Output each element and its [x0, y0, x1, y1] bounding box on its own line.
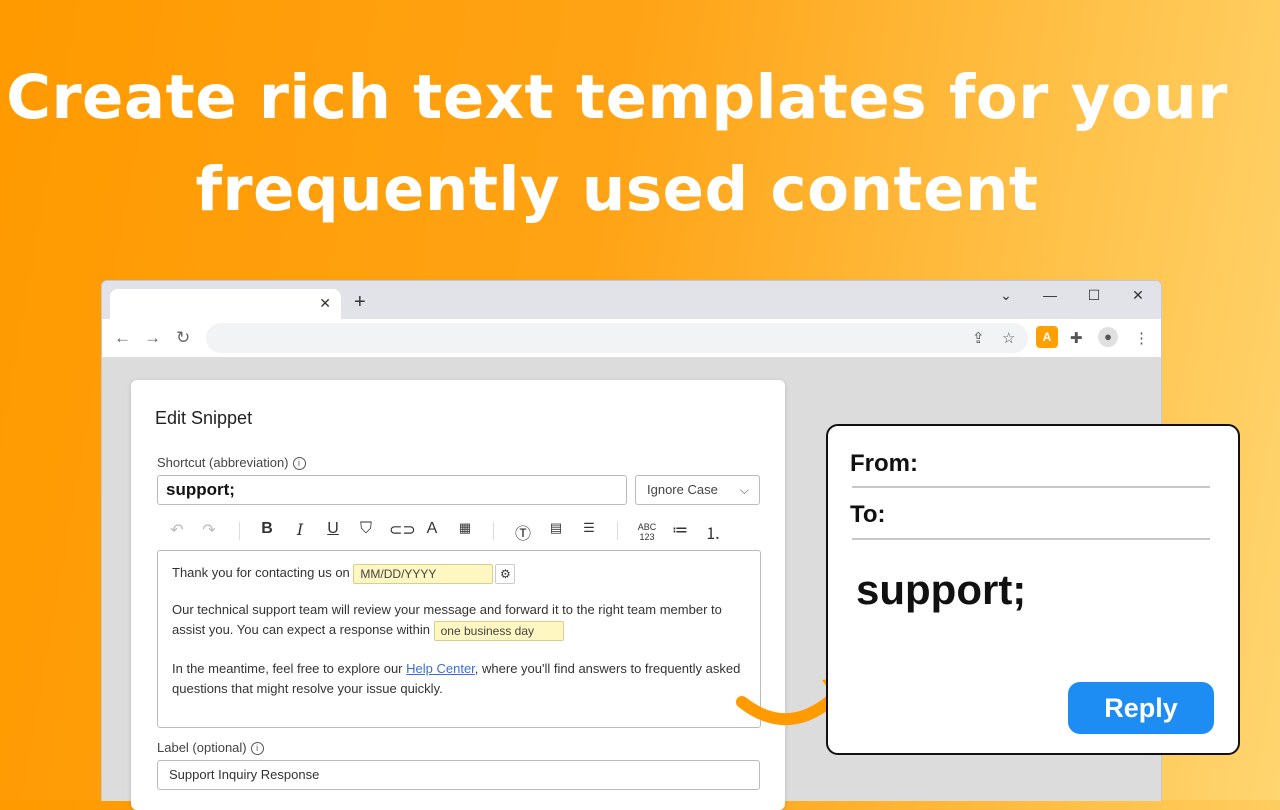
bookmark-star-icon[interactable]: ☆ — [1002, 329, 1015, 347]
editor-paragraph-3: In the meantime, feel free to explore ou… — [172, 659, 752, 699]
info-icon[interactable]: i — [250, 742, 264, 755]
shortcut-label-text: Shortcut (abbreviation) — [157, 455, 289, 470]
label-input[interactable]: Support Inquiry Response — [157, 760, 760, 790]
calendar-field-icon[interactable]: ▤ — [546, 520, 566, 536]
address-input[interactable]: ⇪ ☆ — [206, 323, 1028, 353]
maximize-button[interactable]: ☐ — [1084, 287, 1104, 304]
italic-icon[interactable]: I — [290, 520, 310, 539]
panel-title: Edit Snippet — [155, 408, 253, 428]
headline-line-2: frequently used content — [195, 154, 1039, 225]
preview-body-text: support; — [856, 566, 1027, 613]
bulleted-list-icon[interactable]: ≔ — [670, 520, 690, 540]
case-select[interactable]: Ignore Case ⌵ — [635, 475, 760, 505]
to-label: To: — [850, 501, 886, 528]
extensions-puzzle-icon[interactable]: ✚ — [1070, 329, 1083, 347]
shortcut-label: Shortcut (abbreviation) i — [157, 455, 306, 470]
close-window-button[interactable]: ✕ — [1128, 287, 1148, 304]
font-size-icon[interactable]: A — [422, 520, 442, 538]
link-icon[interactable]: ⊂⊃ — [389, 520, 416, 540]
toolbar-divider — [239, 522, 240, 540]
info-icon[interactable]: i — [292, 457, 306, 470]
email-preview-card: From: To: support; Reply — [826, 424, 1240, 755]
new-tab-button[interactable]: + — [354, 291, 366, 314]
extension-icon[interactable]: A — [1036, 326, 1058, 348]
paragraph-3-text-before: In the meantime, feel free to explore ou… — [172, 661, 403, 676]
browser-tab[interactable]: ✕ — [110, 289, 341, 321]
profile-avatar-icon[interactable]: ● — [1098, 327, 1118, 347]
snippet-editor[interactable]: Thank you for contacting us on MM/DD/YYY… — [157, 550, 761, 728]
date-icon[interactable]: ▦ — [455, 520, 475, 536]
chevron-down-icon: ⌵ — [739, 483, 749, 497]
toolbar-divider — [493, 522, 494, 540]
editor-paragraph-1: Thank you for contacting us on MM/DD/YYY… — [172, 563, 752, 584]
paragraph-1-text: Thank you for contacting us on — [172, 565, 350, 580]
redo-icon[interactable]: ↷ — [199, 520, 219, 540]
label-field-label: Label (optional) i — [157, 740, 264, 755]
tab-close-icon[interactable]: ✕ — [319, 295, 331, 312]
editor-paragraph-2: Our technical support team will review y… — [172, 600, 752, 641]
tab-search-icon[interactable]: ⌄ — [996, 287, 1016, 304]
highlight-icon[interactable]: ⛉ — [356, 520, 376, 538]
editor-toolbar: ↶ ↷ B I U ⛉ ⊂⊃ A ▦ Ⓣ ▤ ☰ ABC 123 ≔ ⒈ — [157, 514, 759, 548]
help-center-link[interactable]: Help Center — [406, 661, 475, 676]
back-icon[interactable]: ← — [114, 328, 131, 348]
to-underline — [852, 538, 1210, 540]
spellcheck-icon[interactable]: ABC 123 — [637, 522, 657, 542]
toolbar-divider — [617, 522, 618, 540]
headline: Create rich text templates for your freq… — [0, 52, 1234, 236]
forward-icon[interactable]: → — [144, 328, 161, 348]
undo-icon[interactable]: ↶ — [167, 520, 187, 540]
wrench-gear-icon[interactable]: ⚙ — [495, 563, 516, 584]
date-placeholder-chip[interactable]: MM/DD/YYYY — [353, 563, 494, 584]
shortcut-input[interactable]: support; — [157, 475, 627, 505]
headline-line-1: Create rich text templates for your — [6, 62, 1228, 133]
from-label: From: — [850, 450, 918, 477]
from-underline — [852, 486, 1210, 488]
numbered-list-icon[interactable]: ⒈ — [703, 520, 723, 544]
share-icon[interactable]: ⇪ — [972, 329, 985, 347]
menu-kebab-icon[interactable]: ⋮ — [1134, 329, 1149, 347]
reply-button[interactable]: Reply — [1068, 682, 1214, 734]
underline-icon[interactable]: U — [323, 520, 343, 538]
case-select-value: Ignore Case — [647, 482, 718, 497]
tab-strip: ✕ + ⌄ — ☐ ✕ — [102, 281, 1161, 321]
reload-icon[interactable]: ↻ — [176, 328, 190, 348]
list-field-icon[interactable]: ☰ — [579, 520, 599, 536]
bold-icon[interactable]: B — [257, 520, 277, 538]
response-time-chip[interactable]: one business day — [433, 620, 564, 641]
text-field-icon[interactable]: Ⓣ — [513, 520, 533, 544]
label-field-label-text: Label (optional) — [157, 740, 247, 755]
address-bar-row: ← → ↻ ⇪ ☆ A ✚ ● ⋮ — [102, 319, 1161, 358]
minimize-button[interactable]: — — [1040, 287, 1060, 303]
edit-snippet-panel: Edit Snippet Shortcut (abbreviation) i su… — [131, 380, 785, 810]
